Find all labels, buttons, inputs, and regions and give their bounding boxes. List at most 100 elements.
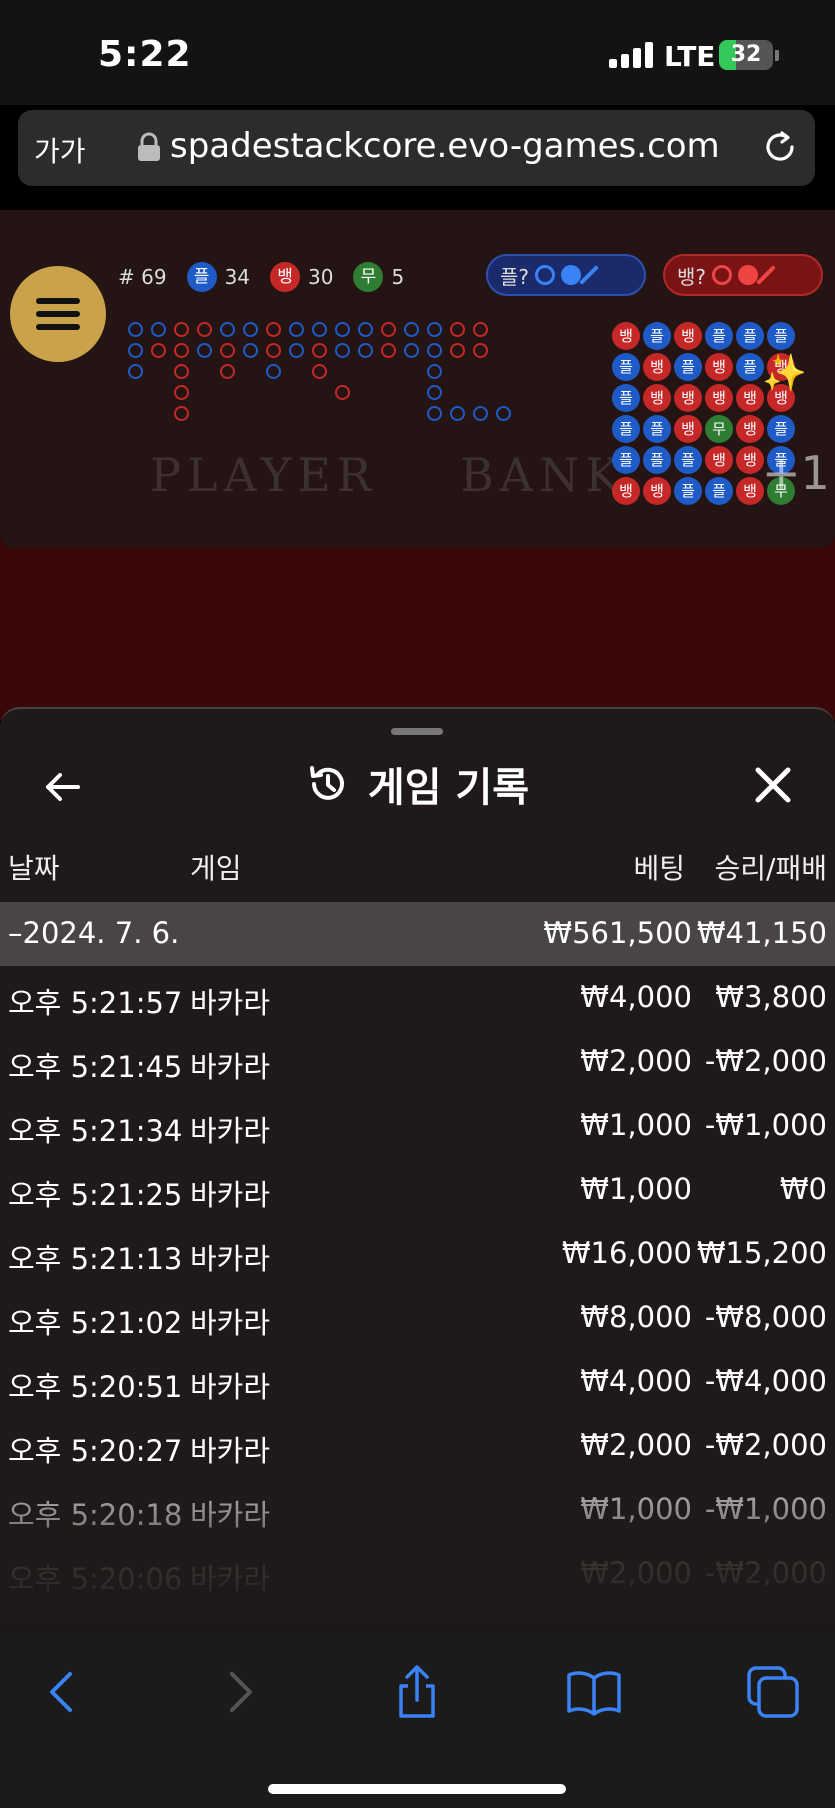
tie-badge: 무 [353, 262, 384, 292]
row-result: -₩2,000 [704, 1428, 827, 1462]
reload-icon[interactable] [760, 127, 800, 167]
forward-arrow-icon[interactable] [210, 1662, 270, 1722]
column-date: 날짜 [8, 852, 60, 885]
road-marker [358, 322, 373, 337]
close-icon[interactable] [750, 762, 796, 808]
player-watermark: PLAYER [150, 448, 378, 502]
row-result: ₩0 [779, 1172, 827, 1206]
row-time: 오후 5:21:02 [8, 1306, 183, 1340]
row-result: ₩15,200 [696, 1236, 827, 1270]
row-time: 오후 5:21:57 [8, 986, 183, 1020]
text-size-button[interactable]: 가가 [34, 130, 86, 170]
history-row[interactable]: 오후 5:21:25 바카라 ₩1,000 ₩0 [0, 1158, 835, 1222]
history-row[interactable]: 오후 5:21:57 바카라 ₩4,000 ₩3,800 [0, 966, 835, 1030]
player-badge: 플 [186, 262, 217, 292]
road-marker [197, 343, 212, 358]
row-time: 오후 5:20:27 [8, 1434, 183, 1468]
list-fade [0, 1469, 835, 1632]
bead-result: 뱅 [705, 446, 733, 474]
road-marker [473, 322, 488, 337]
road-marker [404, 343, 419, 358]
row-game: 바카라 [190, 1178, 271, 1212]
bookmarks-icon[interactable] [564, 1662, 624, 1722]
bead-result: 뱅 [736, 384, 764, 412]
road-marker [174, 343, 189, 358]
bead-result: 플 [674, 477, 702, 505]
bead-result: 플 [736, 322, 764, 350]
road-marker [266, 364, 281, 379]
bead-result: 플 [674, 353, 702, 381]
tabs-icon[interactable] [743, 1662, 803, 1722]
banker-badge: 뱅 [270, 262, 301, 292]
share-icon[interactable] [387, 1662, 447, 1722]
dot-icon [561, 265, 582, 285]
signal-icon [609, 42, 655, 68]
road-marker [335, 322, 350, 337]
road-marker [381, 322, 396, 337]
bead-result: 뱅 [705, 353, 733, 381]
road-marker [174, 385, 189, 400]
bead-result: 무 [705, 415, 733, 443]
row-game: 바카라 [190, 1306, 271, 1340]
row-time: 오후 5:20:51 [8, 1370, 183, 1404]
row-game: 바카라 [190, 1242, 271, 1276]
plus-badge: +1 [762, 446, 830, 500]
bead-result: 플 [736, 353, 764, 381]
row-result: -₩4,000 [704, 1364, 827, 1398]
bead-result: 플 [643, 322, 671, 350]
road-marker [266, 322, 281, 337]
row-game: 바카라 [190, 1050, 271, 1084]
slash-icon [579, 265, 599, 285]
bead-result: 플 [674, 446, 702, 474]
row-result: ₩3,800 [715, 980, 827, 1014]
round-stats: # 69 플 34 뱅 30 무 5 [118, 262, 404, 292]
banker-predict-button[interactable]: 뱅? [663, 254, 823, 296]
history-row[interactable]: 오후 5:21:34 바카라 ₩1,000 -₩1,000 [0, 1094, 835, 1158]
bead-result: 플 [767, 415, 795, 443]
road-marker [335, 343, 350, 358]
road-marker [312, 322, 327, 337]
battery-tip [775, 50, 779, 61]
history-row[interactable]: 오후 5:20:51 바카라 ₩4,000 -₩4,000 [0, 1350, 835, 1414]
row-bet: ₩4,000 [580, 1364, 692, 1398]
tie-count: 5 [391, 265, 405, 289]
bead-result: 뱅 [643, 353, 671, 381]
banker-predict-label: 뱅? [677, 264, 707, 289]
road-marker [473, 406, 488, 421]
road-marker [427, 364, 442, 379]
ring-icon [535, 265, 556, 285]
bead-result: 뱅 [674, 415, 702, 443]
history-row[interactable]: 오후 5:21:02 바카라 ₩8,000 -₩8,000 [0, 1286, 835, 1350]
sheet-title-text: 게임 기록 [367, 765, 530, 811]
history-row[interactable]: 오후 5:21:13 바카라 ₩16,000 ₩15,200 [0, 1222, 835, 1286]
bead-result: 뱅 [736, 477, 764, 505]
road-marker [243, 343, 258, 358]
battery-icon: 32 [719, 40, 773, 70]
road-marker [450, 322, 465, 337]
browser-toolbar [0, 1632, 835, 1808]
bead-result: 플 [643, 415, 671, 443]
road-marker [220, 364, 235, 379]
sheet-grabber[interactable] [391, 728, 443, 735]
broom-icon: ✨ [762, 353, 807, 394]
date-group-row[interactable]: –2024. 7. 6. ₩561,500 ₩41,150 [0, 902, 835, 966]
row-time: 오후 5:21:34 [8, 1114, 183, 1148]
round-number: # 69 [118, 265, 167, 289]
bead-result: 뱅 [736, 446, 764, 474]
road-marker [128, 343, 143, 358]
road-marker [151, 322, 166, 337]
menu-button[interactable] [10, 266, 106, 362]
road-marker [381, 343, 396, 358]
road-marker [174, 364, 189, 379]
url-text[interactable]: spadestackcore.evo-games.com [170, 126, 720, 166]
row-game: 바카라 [190, 986, 271, 1020]
player-predict-button[interactable]: 플? [486, 254, 646, 296]
bead-result: 플 [705, 322, 733, 350]
group-date: –2024. 7. 6. [8, 916, 180, 950]
back-arrow-icon[interactable] [32, 1662, 92, 1722]
address-bar[interactable]: 가가 spadestackcore.evo-games.com [18, 110, 815, 186]
row-time: 오후 5:21:25 [8, 1178, 183, 1212]
road-marker [289, 322, 304, 337]
history-row[interactable]: 오후 5:21:45 바카라 ₩2,000 -₩2,000 [0, 1030, 835, 1094]
row-bet: ₩16,000 [561, 1236, 692, 1270]
